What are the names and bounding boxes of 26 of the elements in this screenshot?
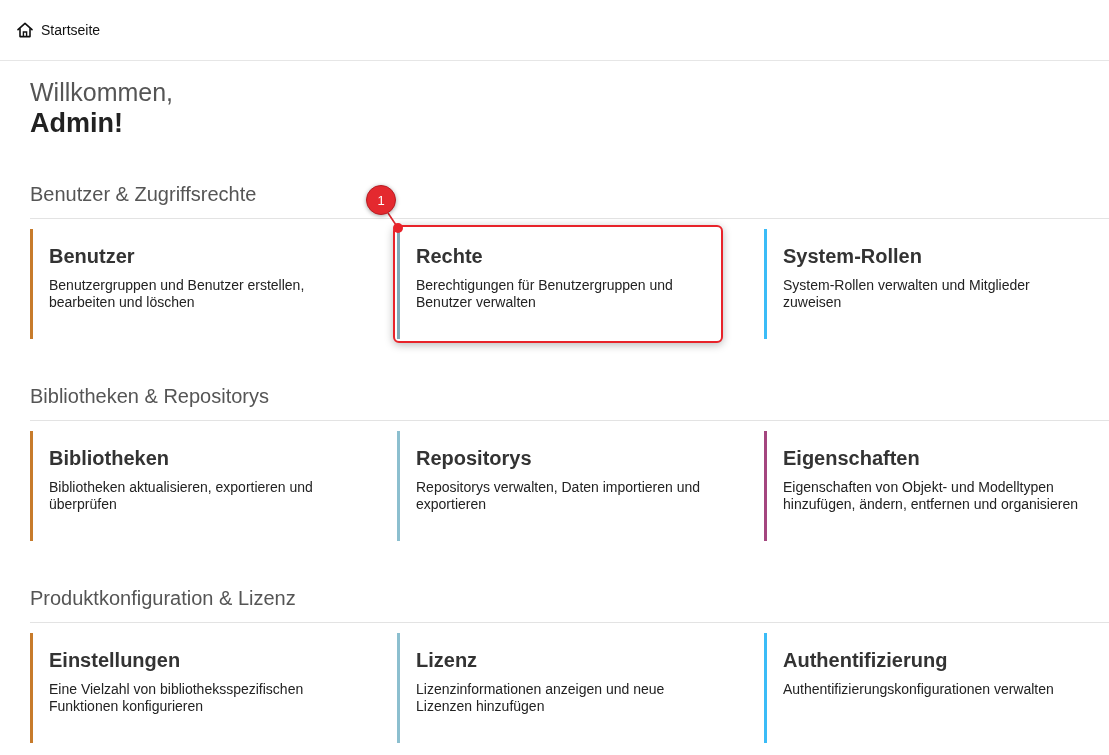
tile-title: System-Rollen xyxy=(783,244,923,268)
tile-title: Benutzer xyxy=(49,244,136,268)
tile-description: Berechtigungen für Benutzergruppen und Benutzer verwalten xyxy=(416,277,674,311)
welcome-greeting: Willkommen, xyxy=(30,77,175,107)
tile-description: Benutzergruppen und Benutzer erstellen, bearbeiten und löschen xyxy=(49,277,306,311)
tile-description: Lizenzinformationen anzeigen und neue Lizenzen hinzufügen xyxy=(416,681,666,715)
section-heading: Benutzer & Zugriffsrechte xyxy=(30,182,257,206)
section-heading: Bibliotheken & Repositorys xyxy=(30,384,269,408)
tile-description: Bibliotheken aktualisieren, exportieren und überprüfen xyxy=(49,479,314,513)
tile-description: Repositorys verwalten, Daten importieren und exportieren xyxy=(416,479,702,513)
tile-description: System-Rollen verwalten und Mitglieder zuweisen xyxy=(783,277,1031,311)
tile-title: Einstellungen xyxy=(49,648,182,672)
home-icon xyxy=(17,22,33,38)
tile-description: Eigenschaften von Objekt- und Modelltypen hinzufügen, ändern, entfernen und organisieren xyxy=(783,479,1079,513)
tile-title: Repositorys xyxy=(416,446,533,470)
user-name: Admin! xyxy=(30,107,124,139)
tile-title: Bibliotheken xyxy=(49,446,170,470)
tile-title: Rechte xyxy=(416,244,484,268)
tile-description: Eine Vielzahl von bibliotheksspezifischen Funktionen konfigurieren xyxy=(49,681,305,715)
tile-title: Eigenschaften xyxy=(783,446,921,470)
callout-marker: 1 xyxy=(366,185,396,215)
tile-description: Authentifizierungskonfigurationen verwalten xyxy=(783,681,1055,698)
breadcrumb-link[interactable]: Startseite xyxy=(41,21,101,39)
tile-title: Lizenz xyxy=(416,648,479,672)
tile-title: Authentifizierung xyxy=(783,648,949,672)
section-heading: Produktkonfiguration & Lizenz xyxy=(30,586,296,610)
